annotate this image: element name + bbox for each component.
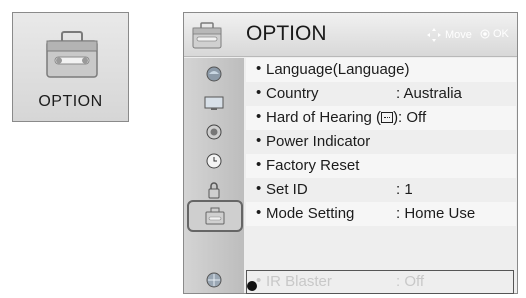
- clock-icon[interactable]: [184, 149, 244, 173]
- menu-title: OPTION: [246, 22, 327, 45]
- menu-item-set-id[interactable]: • Set ID : 1: [246, 178, 516, 202]
- menu-item-factory-reset[interactable]: • Factory Reset: [246, 154, 516, 178]
- menu-item-value: : Home Use: [396, 205, 476, 222]
- move-hint-label: Move: [445, 29, 472, 41]
- menu-item-label: Factory Reset: [266, 157, 360, 174]
- menu-item-language[interactable]: • Language(Language): [246, 58, 516, 82]
- menu-item-country[interactable]: • Country : Australia: [246, 82, 516, 106]
- move-hint: Move: [427, 28, 472, 42]
- toolbox-icon: [192, 22, 222, 49]
- menu-item-mode-setting[interactable]: • Mode Setting : Home Use: [246, 202, 516, 226]
- picture-icon[interactable]: [184, 62, 244, 86]
- bullet: •: [256, 204, 262, 221]
- bullet: •: [256, 156, 262, 173]
- network-icon[interactable]: [184, 268, 244, 292]
- menu-item-label: Country: [266, 85, 319, 102]
- option-menu-list: • Language(Language) • Country : Austral…: [246, 58, 516, 294]
- bullet: •: [256, 60, 262, 77]
- dpad-icon: [427, 28, 441, 42]
- ok-button-icon: [480, 29, 490, 39]
- bullet: •: [256, 108, 262, 125]
- toolbox-icon[interactable]: [187, 200, 243, 232]
- menu-item-label: Mode Setting: [266, 205, 355, 222]
- menu-item-label: Hard of Hearing ( ): Off: [266, 109, 426, 126]
- bullet: •: [256, 84, 262, 101]
- tile-label: OPTION: [38, 93, 103, 110]
- menu-item-value: : 1: [396, 181, 413, 198]
- hard-of-hearing-text: Hard of Hearing (: [266, 109, 382, 126]
- toolbox-icon: [46, 31, 98, 78]
- menu-item-label: Power Indicator: [266, 133, 371, 150]
- hard-of-hearing-suffix: ): Off: [393, 109, 427, 126]
- audio-icon[interactable]: [184, 120, 244, 144]
- menu-item-label: Language(Language): [266, 61, 410, 78]
- highlight-outline: [246, 270, 514, 294]
- bullet: •: [256, 132, 262, 149]
- callout-dot: [247, 281, 257, 291]
- subtitle-icon: [381, 112, 394, 123]
- option-tile[interactable]: OPTION: [12, 12, 129, 122]
- menu-item-power-indicator[interactable]: • Power Indicator: [246, 130, 516, 154]
- category-icon-column: [184, 58, 244, 293]
- bullet: •: [256, 180, 262, 197]
- menu-header: OPTION Move OK: [184, 13, 517, 57]
- ok-hint: OK: [480, 28, 509, 40]
- menu-item-label: Set ID: [266, 181, 308, 198]
- option-menu-panel: OPTION Move OK • Language(Language) • Co…: [183, 12, 518, 294]
- lock-icon[interactable]: [184, 178, 244, 202]
- screen-icon[interactable]: [184, 91, 244, 115]
- menu-item-hard-of-hearing[interactable]: • Hard of Hearing ( ): Off: [246, 106, 516, 130]
- menu-item-value: : Australia: [396, 85, 462, 102]
- ok-hint-label: OK: [493, 28, 509, 40]
